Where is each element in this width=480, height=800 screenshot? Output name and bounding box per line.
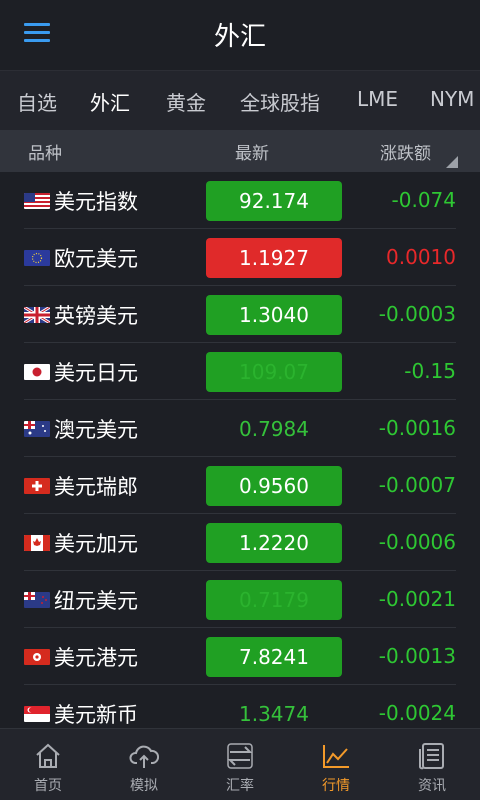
column-latest[interactable]: 最新 xyxy=(235,139,269,164)
page-title: 外汇 xyxy=(213,22,266,52)
price-change: -0.0007 xyxy=(378,473,456,497)
singapore-flag-icon xyxy=(24,706,50,722)
uk-flag-icon xyxy=(24,307,50,323)
chart-line-icon xyxy=(323,745,349,768)
column-header: 品种 最新 涨跌额 xyxy=(0,130,480,172)
latest-price: 1.1927 xyxy=(206,238,342,278)
column-change[interactable]: 涨跌额 xyxy=(380,139,431,164)
quote-row[interactable]: 欧元美元 1.1927 0.0010 xyxy=(0,229,480,286)
australia-flag-icon xyxy=(24,421,50,437)
quote-row[interactable]: 美元瑞郎 0.9560 -0.0007 xyxy=(0,457,480,514)
app-header: 外汇 xyxy=(0,0,480,70)
nav-label: 行情 xyxy=(322,778,350,794)
latest-price: 1.2220 xyxy=(206,523,342,563)
nav-label: 资讯 xyxy=(418,778,446,794)
latest-price: 7.8241 xyxy=(206,637,342,677)
price-change: -0.0021 xyxy=(378,587,456,611)
eu-flag-icon xyxy=(24,250,50,266)
us-flag-icon xyxy=(24,193,50,209)
nav-label: 汇率 xyxy=(226,778,254,794)
quote-list: 美元指数 92.174 -0.074 欧元美元 1.1927 0.0010 英镑… xyxy=(0,172,480,728)
exchange-icon xyxy=(227,743,253,769)
tab-gold[interactable]: 黄金 xyxy=(166,87,206,116)
news-icon xyxy=(419,743,444,770)
instrument-name: 英镑美元 xyxy=(54,304,138,328)
price-change: 0.0010 xyxy=(386,245,456,269)
price-change: -0.0003 xyxy=(378,302,456,326)
quote-row[interactable]: 澳元美元 0.7984 -0.0016 xyxy=(0,400,480,457)
cloud-upload-icon xyxy=(129,745,159,768)
column-name[interactable]: 品种 xyxy=(28,139,62,164)
home-icon xyxy=(36,743,60,768)
nav-exchange-rate[interactable]: 汇率 xyxy=(192,729,288,800)
nav-news[interactable]: 资讯 xyxy=(384,729,480,800)
price-change: -0.15 xyxy=(404,359,456,383)
quote-row[interactable]: 美元加元 1.2220 -0.0006 xyxy=(0,514,480,571)
new-zealand-flag-icon xyxy=(24,592,50,608)
nav-home[interactable]: 首页 xyxy=(0,729,96,800)
japan-flag-icon xyxy=(24,364,50,380)
tab-forex[interactable]: 外汇 xyxy=(90,87,130,116)
tab-lme[interactable]: LME xyxy=(357,87,398,111)
quote-row[interactable]: 纽元美元 0.7179 -0.0021 xyxy=(0,571,480,628)
nav-label: 首页 xyxy=(34,778,62,794)
quote-row[interactable]: 英镑美元 1.3040 -0.0003 xyxy=(0,286,480,343)
latest-price: 0.7179 xyxy=(206,580,342,620)
nav-market[interactable]: 行情 xyxy=(288,729,384,800)
quote-row[interactable]: 美元指数 92.174 -0.074 xyxy=(0,172,480,229)
latest-price: 0.7984 xyxy=(239,417,309,441)
instrument-name: 美元加元 xyxy=(54,532,138,556)
latest-price: 109.07 xyxy=(206,352,342,392)
instrument-name: 美元港元 xyxy=(54,646,138,670)
instrument-name: 美元日元 xyxy=(54,361,138,385)
latest-price: 92.174 xyxy=(206,181,342,221)
latest-price: 1.3474 xyxy=(239,702,309,726)
price-change: -0.074 xyxy=(391,188,456,212)
bottom-navigation: 首页 模拟 汇率 行情 资讯 xyxy=(0,728,480,800)
price-change: -0.0006 xyxy=(378,530,456,554)
instrument-name: 美元瑞郎 xyxy=(54,475,138,499)
price-change: -0.0024 xyxy=(378,701,456,725)
latest-price: 1.3040 xyxy=(206,295,342,335)
quote-row[interactable]: 美元港元 7.8241 -0.0013 xyxy=(0,628,480,685)
quote-row[interactable]: 美元新币 1.3474 -0.0024 xyxy=(0,685,480,728)
nav-simulation[interactable]: 模拟 xyxy=(96,729,192,800)
nav-label: 模拟 xyxy=(130,778,158,794)
sort-indicator-icon[interactable] xyxy=(446,156,458,168)
price-change: -0.0016 xyxy=(378,416,456,440)
instrument-name: 纽元美元 xyxy=(54,589,138,613)
instrument-name: 美元指数 xyxy=(54,190,138,214)
instrument-name: 欧元美元 xyxy=(54,247,138,271)
latest-price: 0.9560 xyxy=(206,466,342,506)
instrument-name: 美元新币 xyxy=(54,703,138,727)
tab-nym[interactable]: NYM xyxy=(430,87,474,111)
instrument-name: 澳元美元 xyxy=(54,418,138,442)
tab-watchlist[interactable]: 自选 xyxy=(17,87,57,116)
tab-global-indices[interactable]: 全球股指 xyxy=(240,87,320,116)
price-change: -0.0013 xyxy=(378,644,456,668)
hong-kong-flag-icon xyxy=(24,649,50,665)
quote-row[interactable]: 美元日元 109.07 -0.15 xyxy=(0,343,480,400)
category-tabs: 自选 外汇 黄金 全球股指 LME NYM xyxy=(0,70,480,130)
canada-flag-icon xyxy=(24,535,50,551)
switzerland-flag-icon xyxy=(24,478,50,494)
